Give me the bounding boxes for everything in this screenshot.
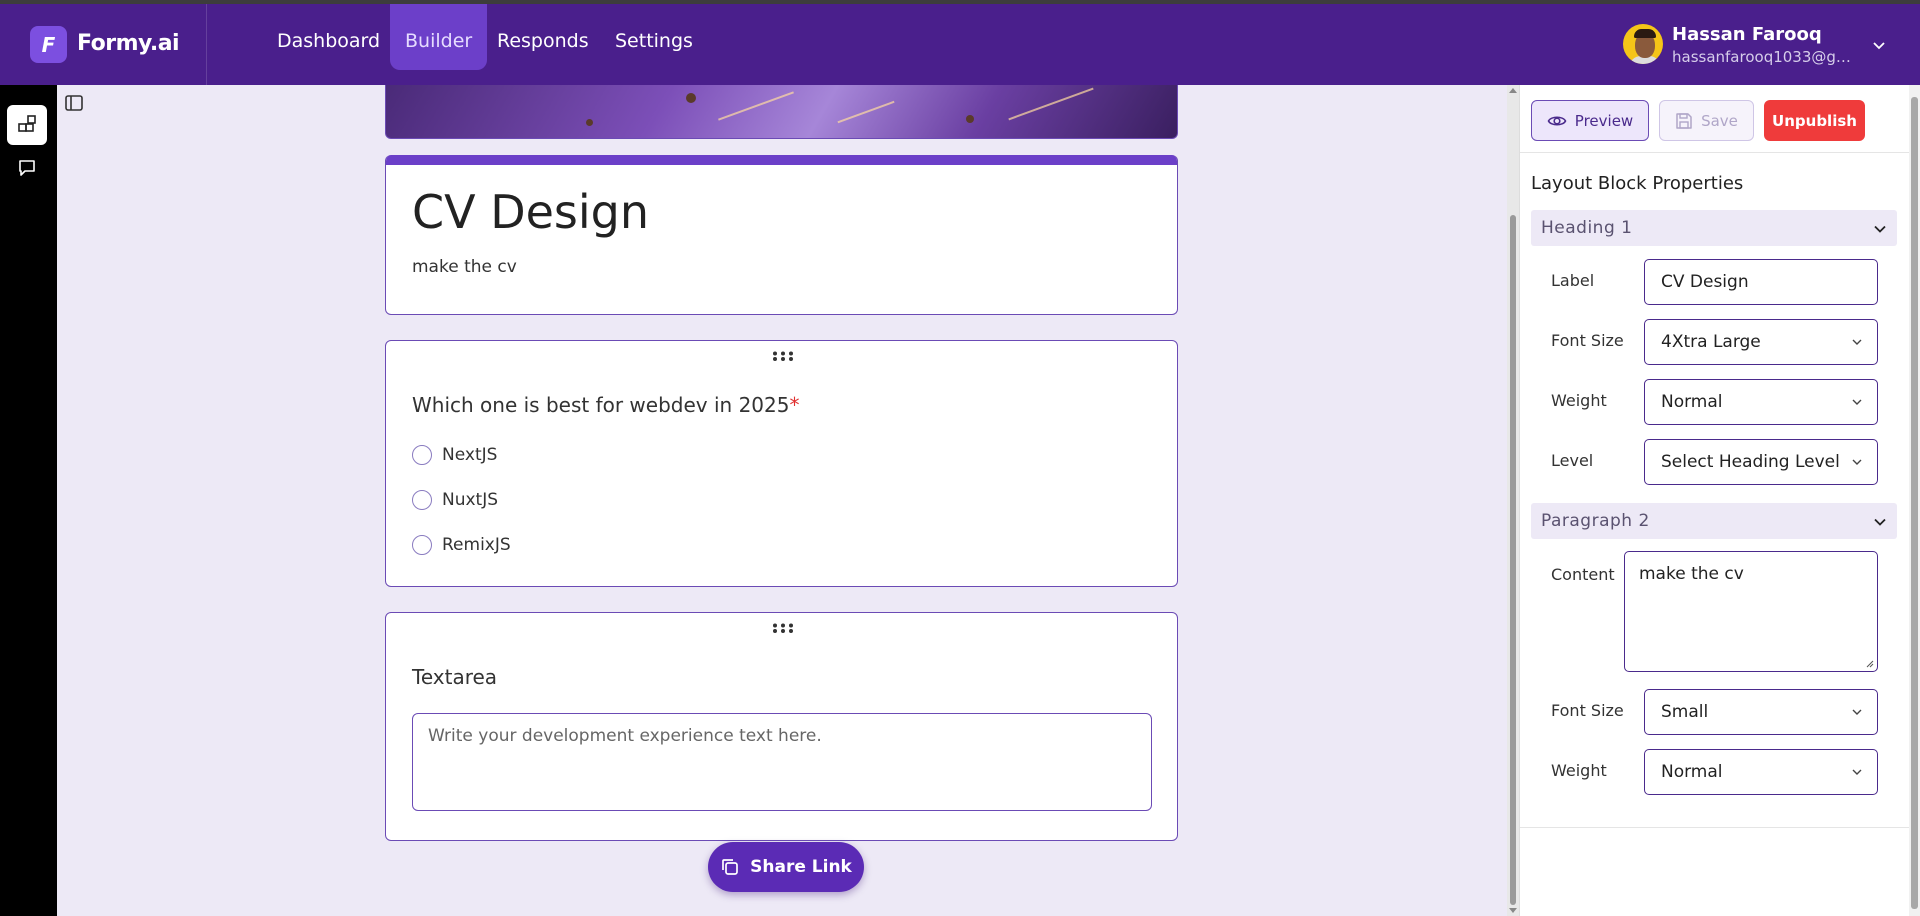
top-navbar: F Formy.ai Dashboard Builder Responds Se… (0, 4, 1920, 85)
panel-bottom-divider (1520, 827, 1909, 828)
save-label: Save (1701, 111, 1738, 130)
font-size-select[interactable]: 4Xtra Large (1644, 319, 1878, 365)
weight-field-label: Weight (1551, 391, 1607, 410)
logo-text[interactable]: Formy.ai (77, 31, 180, 56)
left-toolbar (0, 85, 57, 916)
chevron-down-icon (1852, 339, 1862, 345)
drag-handle-icon[interactable] (772, 623, 794, 633)
radio-button[interactable] (412, 535, 432, 555)
radio-label: NextJS (442, 445, 498, 465)
required-mark: * (789, 393, 800, 417)
radio-label: NuxtJS (442, 490, 499, 510)
share-link-button[interactable]: Share Link (708, 842, 864, 892)
textarea-input[interactable]: Write your development experience text h… (412, 713, 1152, 811)
radio-label: RemixJS (442, 535, 511, 555)
properties-panel: Preview Save Unpublish Layout Block Prop… (1519, 85, 1909, 916)
nav-settings[interactable]: Settings (600, 4, 708, 70)
save-icon (1676, 112, 1692, 129)
preview-label: Preview (1574, 111, 1634, 130)
radio-button[interactable] (412, 490, 432, 510)
properties-scrollbar[interactable] (1909, 85, 1920, 916)
label-input[interactable]: CV Design (1644, 259, 1878, 305)
paragraph-weight-label: Weight (1551, 761, 1607, 780)
chevron-down-icon (1852, 769, 1862, 775)
panel-divider (1520, 152, 1909, 153)
chevron-down-icon (1852, 459, 1862, 465)
radio-button[interactable] (412, 445, 432, 465)
eye-icon (1547, 115, 1567, 126)
level-field-label: Level (1551, 451, 1594, 470)
logo-icon[interactable]: F (30, 26, 67, 63)
heading-section-title: Heading 1 (1541, 218, 1633, 238)
radio-option[interactable]: RemixJS (412, 533, 511, 557)
form-subtitle: make the cv (412, 257, 517, 277)
font-size-field-label: Font Size (1551, 331, 1624, 350)
paragraph-section-header[interactable]: Paragraph 2 (1531, 503, 1897, 539)
user-email[interactable]: hassanfarooq1033@gmail.com (1672, 48, 1862, 66)
chevron-down-icon[interactable] (1873, 515, 1887, 529)
level-select[interactable]: Select Heading Level (1644, 439, 1878, 485)
save-button[interactable]: Save (1659, 100, 1754, 141)
main-scrollbar[interactable] (1507, 85, 1519, 916)
message-icon (19, 160, 35, 176)
nav-builder[interactable]: Builder (390, 4, 488, 70)
blocks-icon (18, 115, 36, 132)
chevron-down-icon (1852, 399, 1862, 405)
user-name[interactable]: Hassan Farooq (1672, 24, 1822, 45)
paragraph-section-title: Paragraph 2 (1541, 511, 1650, 531)
form-title: CV Design (412, 185, 650, 239)
question-label: Which one is best for webdev in 2025* (412, 393, 800, 417)
content-field-label: Content (1551, 565, 1615, 584)
share-link-label: Share Link (750, 857, 852, 877)
nav-dashboard[interactable]: Dashboard (262, 4, 395, 70)
form-title-card[interactable]: CV Design make the cv (385, 155, 1178, 315)
sidebar-toggle-icon[interactable] (64, 93, 84, 113)
resize-handle-icon[interactable] (1866, 660, 1874, 668)
paragraph-font-size-select[interactable]: Small (1644, 689, 1878, 735)
comments-button[interactable] (7, 148, 47, 188)
textarea-placeholder: Write your development experience text h… (428, 726, 822, 746)
form-banner-image (385, 85, 1178, 139)
content-textarea[interactable]: make the cv (1624, 551, 1878, 672)
blocks-button[interactable] (7, 105, 47, 145)
title-accent-strip (386, 155, 1177, 165)
avatar[interactable] (1623, 24, 1663, 64)
textarea-label: Textarea (412, 665, 498, 689)
drag-handle-icon[interactable] (772, 351, 794, 361)
radio-option[interactable]: NextJS (412, 443, 497, 467)
copy-icon (722, 859, 738, 875)
chevron-down-icon (1852, 709, 1862, 715)
textarea-card[interactable]: Textarea Write your development experien… (385, 612, 1178, 841)
question-card[interactable]: Which one is best for webdev in 2025* Ne… (385, 340, 1178, 587)
paragraph-weight-select[interactable]: Normal (1644, 749, 1878, 795)
unpublish-button[interactable]: Unpublish (1764, 100, 1865, 141)
heading-section-header[interactable]: Heading 1 (1531, 210, 1897, 246)
chevron-down-icon[interactable] (1872, 38, 1886, 52)
label-field-label: Label (1551, 271, 1595, 290)
properties-title: Layout Block Properties (1531, 173, 1744, 194)
weight-select[interactable]: Normal (1644, 379, 1878, 425)
radio-option[interactable]: NuxtJS (412, 488, 498, 512)
chevron-down-icon[interactable] (1873, 222, 1887, 236)
paragraph-font-size-label: Font Size (1551, 701, 1624, 720)
preview-button[interactable]: Preview (1531, 100, 1649, 141)
nav-responds[interactable]: Responds (482, 4, 604, 70)
nav-divider (206, 4, 207, 85)
